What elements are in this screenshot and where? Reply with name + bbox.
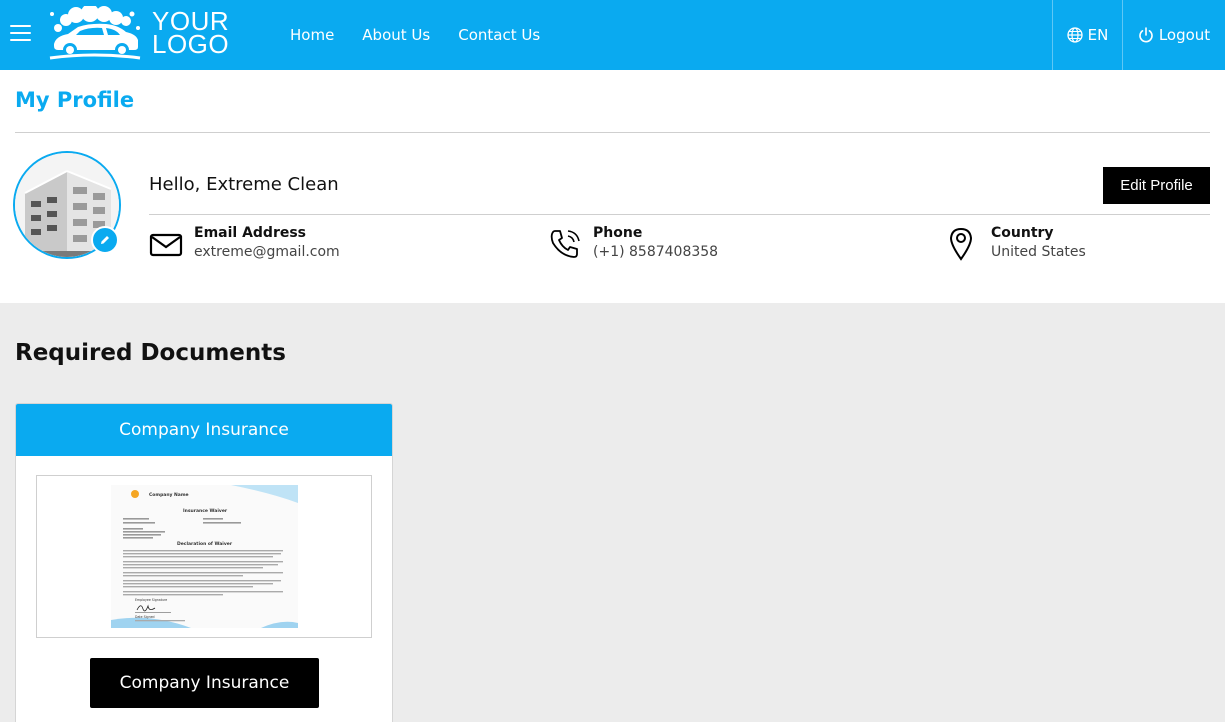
car-wash-logo-icon — [49, 6, 141, 60]
menu-icon[interactable] — [10, 25, 31, 43]
nav-about-us[interactable]: About Us — [362, 26, 430, 44]
thumbnail-doc-title: Insurance Waiver — [183, 508, 228, 514]
edit-profile-button[interactable]: Edit Profile — [1103, 167, 1210, 204]
logout-label: Logout — [1158, 26, 1211, 44]
document-card: Company Insurance Company Name Insurance… — [15, 403, 393, 722]
nav-contact-us[interactable]: Contact Us — [458, 26, 540, 44]
insurance-waiver-thumbnail: Company Name Insurance Waiver Declaratio… — [111, 485, 298, 628]
document-preview[interactable]: Company Name Insurance Waiver Declaratio… — [36, 475, 372, 638]
main-nav: Home About Us Contact Us — [290, 0, 568, 70]
documents-title: Required Documents — [15, 340, 286, 366]
header-actions: EN Logout — [1052, 0, 1225, 70]
country-info: Country United States — [946, 225, 1086, 261]
profile-panel: My Profile Hello, Extreme Clean Edit Pro… — [0, 70, 1225, 303]
globe-icon — [1066, 27, 1083, 43]
envelope-icon — [149, 233, 183, 257]
logo[interactable]: YOUR LOGO — [46, 6, 236, 64]
phone-info: Phone (+1) 8587408358 — [548, 225, 718, 261]
email-label: Email Address — [194, 225, 307, 241]
phone-value: (+1) 8587408358 — [593, 244, 719, 260]
divider — [149, 214, 1210, 215]
divider — [15, 132, 1210, 133]
top-header: YOUR LOGO Home About Us Contact Us EN Lo… — [0, 0, 1225, 70]
map-pin-icon — [949, 227, 973, 261]
thumbnail-company-name: Company Name — [149, 492, 189, 498]
nav-home[interactable]: Home — [290, 26, 334, 44]
phone-label: Phone — [593, 225, 643, 241]
logout-button[interactable]: Logout — [1122, 0, 1225, 70]
greeting: Hello, Extreme Clean — [149, 174, 339, 195]
company-insurance-button[interactable]: Company Insurance — [90, 658, 319, 708]
thumbnail-section-heading: Declaration of Waiver — [177, 541, 233, 547]
language-selector[interactable]: EN — [1052, 0, 1122, 70]
email-value: extreme@gmail.com — [194, 244, 340, 260]
logo-text: YOUR LOGO — [152, 6, 230, 59]
language-label: EN — [1087, 26, 1109, 44]
country-label: Country — [991, 225, 1054, 241]
country-value: United States — [991, 244, 1086, 260]
phone-icon — [550, 230, 580, 258]
edit-avatar-button[interactable] — [91, 226, 119, 254]
document-card-header: Company Insurance — [16, 404, 392, 456]
thumbnail-signature-label: Employee Signature — [135, 598, 167, 602]
thumbnail-date-label: Date Signed — [135, 615, 155, 619]
email-info: Email Address extreme@gmail.com — [149, 225, 340, 261]
page-title: My Profile — [15, 88, 135, 112]
document-thumbnail: Company Name Insurance Waiver Declaratio… — [111, 485, 298, 628]
pencil-icon — [101, 236, 109, 244]
power-icon — [1139, 27, 1153, 43]
